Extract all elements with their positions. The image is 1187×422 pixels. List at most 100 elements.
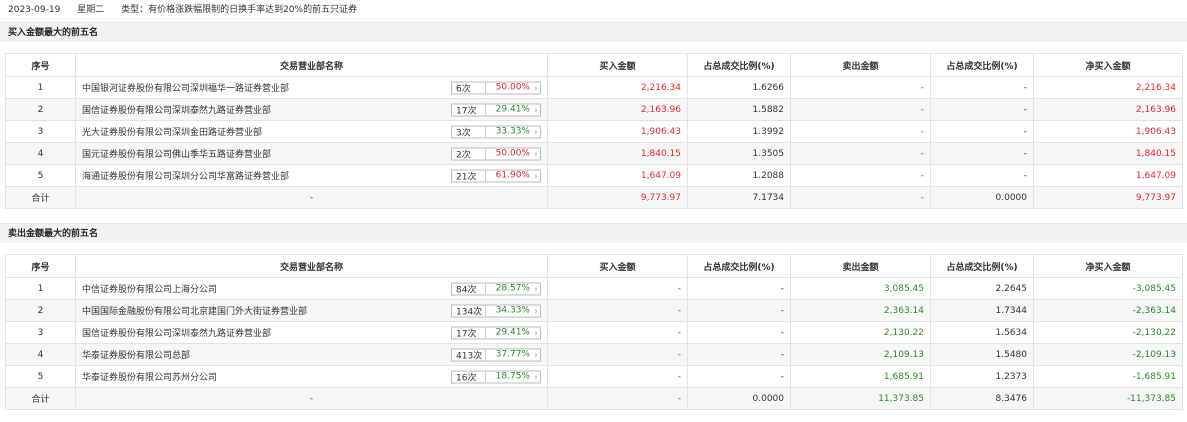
success-rate: 18.75% <box>495 371 530 382</box>
table-row[interactable]: 4 华泰证券股份有限公司总部 413次 37.77% › - -2,109.13 1.5480… <box>5 343 1183 366</box>
net-buy-amount: 2,163.96 <box>1033 98 1183 121</box>
broker-stats-badge[interactable]: 17次 29.41% › <box>451 326 541 339</box>
row-index: 2 <box>5 98 76 121</box>
appearance-count: 17次 <box>452 103 486 116</box>
buy-ratio: - <box>687 299 791 322</box>
buy-amount: - <box>547 365 688 388</box>
column-header: 占总成交比例(%) <box>930 53 1034 77</box>
chevron-right-icon: › <box>534 350 538 359</box>
broker-stats-badge[interactable]: 6次 50.00% › <box>451 81 541 94</box>
row-index: 4 <box>5 142 76 165</box>
appearance-count: 3次 <box>452 125 486 138</box>
broker-stats-badge[interactable]: 84次 28.57% › <box>451 282 541 295</box>
net-buy-amount: -2,130.22 <box>1033 321 1183 344</box>
success-rate: 28.57% <box>495 283 530 294</box>
sell-amount: 2,130.22 <box>790 321 931 344</box>
table-row[interactable]: 5 华泰证券股份有限公司苏州分公司 16次 18.75% › - -1,685.91 1.23… <box>5 365 1183 388</box>
broker-stats-badge[interactable]: 134次 34.33% › <box>451 304 541 317</box>
success-rate: 33.33% <box>495 126 530 137</box>
header-bar: 2023-09-19 星期二 类型：有价格涨跌幅限制的日换手率达到20%的前五只… <box>0 0 1187 20</box>
broker-stats-badge[interactable]: 3次 33.33% › <box>451 125 541 138</box>
row-index: 3 <box>5 321 76 344</box>
table-row[interactable]: 2 国信证券股份有限公司深圳泰然九路证券营业部 17次 29.41% › 2,163.96… <box>5 98 1183 121</box>
broker-name-cell: 中国银河证券股份有限公司深圳福华一路证券营业部 6次 50.00% › <box>75 76 548 99</box>
row-index: 1 <box>5 76 76 99</box>
chevron-right-icon: › <box>534 372 538 381</box>
buy-section-title: 买入金额最大的前五名 <box>0 22 1187 42</box>
total-sell-amount: - <box>790 186 931 209</box>
total-label: 合计 <box>5 387 76 410</box>
table-row[interactable]: 4 国元证券股份有限公司佛山季华五路证券营业部 2次 50.00% › 1,840.15 1… <box>5 142 1183 165</box>
success-rate: 29.41% <box>495 327 530 338</box>
row-index: 3 <box>5 120 76 143</box>
row-index: 5 <box>5 365 76 388</box>
type-label: 类型：有价格涨跌幅限制的日换手率达到20%的前五只证券 <box>121 5 358 15</box>
buy-ratio: 1.2088 <box>687 164 791 187</box>
broker-name-wrap: 中国银河证券股份有限公司深圳福华一路证券营业部 6次 50.00% › <box>82 78 541 98</box>
table-row[interactable]: 1 中信证券股份有限公司上海分公司 84次 28.57% › - -3,085.45 2.26… <box>5 277 1183 300</box>
appearance-count: 21次 <box>452 169 486 182</box>
table-header-row: 序号 交易营业部名称 买入金额 占总成交比例(%) 卖出金额 占总成交比例(%) 净买入金额 <box>5 53 1183 77</box>
broker-name-wrap: 国信证券股份有限公司深圳泰然九路证券营业部 17次 29.41% › <box>82 323 541 343</box>
broker-name-wrap: 国元证券股份有限公司佛山季华五路证券营业部 2次 50.00% › <box>82 144 541 164</box>
broker-stats-badge[interactable]: 16次 18.75% › <box>451 370 541 383</box>
table-row[interactable]: 3 国信证券股份有限公司深圳泰然九路证券营业部 17次 29.41% › - -2,130.… <box>5 321 1183 344</box>
broker-name-cell: 国信证券股份有限公司深圳泰然九路证券营业部 17次 29.41% › <box>75 98 548 121</box>
success-rate: 50.00% <box>495 148 530 159</box>
row-index: 2 <box>5 299 76 322</box>
sell-ratio: - <box>930 120 1034 143</box>
broker-stats-badge[interactable]: 2次 50.00% › <box>451 147 541 160</box>
total-row: 合计 -9,773.97 7.1734-0.0000 9,773.97 <box>5 186 1183 209</box>
total-name: - <box>75 186 548 209</box>
column-header: 序号 <box>5 254 76 278</box>
success-rate: 34.33% <box>495 305 530 316</box>
appearance-count: 17次 <box>452 326 486 339</box>
sell-amount: - <box>790 120 931 143</box>
column-header: 交易营业部名称 <box>75 53 548 77</box>
appearance-count: 134次 <box>452 304 486 317</box>
table-row[interactable]: 5 海通证券股份有限公司深圳分公司华富路证券营业部 21次 61.90% › 1,647.… <box>5 164 1183 187</box>
sell-ratio: 1.5634 <box>930 321 1034 344</box>
buy-ratio: - <box>687 321 791 344</box>
column-header: 占总成交比例(%) <box>687 53 791 77</box>
sell-amount: - <box>790 142 931 165</box>
success-rate: 29.41% <box>495 104 530 115</box>
broker-stats-badge[interactable]: 17次 29.41% › <box>451 103 541 116</box>
total-name: - <box>75 387 548 410</box>
net-buy-amount: -1,685.91 <box>1033 365 1183 388</box>
broker-name-wrap: 华泰证券股份有限公司总部 413次 37.77% › <box>82 345 541 365</box>
column-header: 净买入金额 <box>1033 254 1183 278</box>
table-row[interactable]: 2 中国国际金融股份有限公司北京建国门外大街证券营业部 134次 34.33% › - -2… <box>5 299 1183 322</box>
sell-section-title: 卖出金额最大的前五名 <box>0 223 1187 243</box>
column-header: 交易营业部名称 <box>75 254 548 278</box>
column-header: 买入金额 <box>547 254 688 278</box>
net-buy-amount: -2,109.13 <box>1033 343 1183 366</box>
table-row[interactable]: 1 中国银河证券股份有限公司深圳福华一路证券营业部 6次 50.00% › 2,216.3… <box>5 76 1183 99</box>
sell-table: 序号 交易营业部名称 买入金额 占总成交比例(%) 卖出金额 占总成交比例(%) 净买入金额… <box>5 254 1183 410</box>
buy-amount: 2,216.34 <box>547 76 688 99</box>
broker-stats-badge[interactable]: 21次 61.90% › <box>451 169 541 182</box>
weekday-label: 星期二 <box>77 5 105 15</box>
buy-ratio: 1.3505 <box>687 142 791 165</box>
net-buy-amount: 2,216.34 <box>1033 76 1183 99</box>
broker-name-cell: 光大证券股份有限公司深圳金田路证券营业部 3次 33.33% › <box>75 120 548 143</box>
buy-table: 序号 交易营业部名称 买入金额 占总成交比例(%) 卖出金额 占总成交比例(%) 净买入金额… <box>5 53 1183 209</box>
broker-stats-badge[interactable]: 413次 37.77% › <box>451 348 541 361</box>
table-row[interactable]: 3 光大证券股份有限公司深圳金田路证券营业部 3次 33.33% › 1,906.43 1.… <box>5 120 1183 143</box>
buy-ratio: - <box>687 277 791 300</box>
column-header: 净买入金额 <box>1033 53 1183 77</box>
broker-name-wrap: 华泰证券股份有限公司苏州分公司 16次 18.75% › <box>82 367 541 387</box>
total-net-amount: 9,773.97 <box>1033 186 1183 209</box>
broker-name-cell: 中国国际金融股份有限公司北京建国门外大街证券营业部 134次 34.33% › <box>75 299 548 322</box>
appearance-count: 84次 <box>452 282 486 295</box>
column-header: 卖出金额 <box>790 254 931 278</box>
chevron-right-icon: › <box>534 328 538 337</box>
column-header: 买入金额 <box>547 53 688 77</box>
broker-name-cell: 海通证券股份有限公司深圳分公司华富路证券营业部 21次 61.90% › <box>75 164 548 187</box>
appearance-count: 2次 <box>452 147 486 160</box>
sell-ratio: - <box>930 142 1034 165</box>
buy-amount: - <box>547 321 688 344</box>
chevron-right-icon: › <box>534 171 538 180</box>
buy-ratio: 1.6266 <box>687 76 791 99</box>
success-rate: 50.00% <box>495 82 530 93</box>
